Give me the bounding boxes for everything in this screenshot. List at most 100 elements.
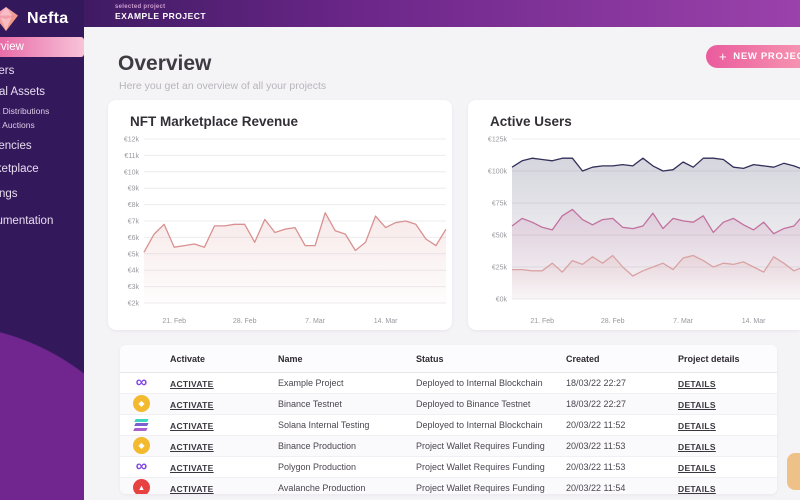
table-header: Activate Name Status Created Project det… [120,345,777,373]
plus-icon: + [719,48,728,64]
svg-text:€75k: €75k [492,201,508,208]
svg-text:€6k: €6k [128,235,140,242]
table-column-header: Activate [170,354,206,364]
details-link[interactable]: DETAILS [678,379,716,389]
sidebar-item-digital-assets[interactable]: Digital Assets [0,83,84,101]
revenue-chart-card: NFT Marketplace Revenue €12k €11k €10k €9k €… [108,100,452,330]
svg-text:€7k: €7k [128,219,140,226]
sidebar-item-documentation[interactable]: Documentation [0,212,84,230]
table-body: ∞ ACTIVATE Example Project Deployed to I… [120,373,777,494]
page-subtitle: Here you get an overview of all your pro… [119,79,327,92]
sidebar-item-label: Marketplace [0,163,39,175]
binance-icon: ◆ [133,437,150,454]
table-column-header: Name [278,354,303,364]
page-title: Overview [118,52,212,76]
binance-icon: ◆ [133,395,150,412]
activate-link[interactable]: ACTIVATE [170,379,214,389]
sidebar-nav: Overview Players Digital Assets Asset Di… [0,37,84,233]
table-column-header: Project details [678,354,740,364]
nefta-gem-icon [0,7,18,31]
chat-widget-button[interactable] [787,453,800,490]
revenue-chart-title: NFT Marketplace Revenue [130,114,299,129]
svg-text:€50k: €50k [492,233,508,240]
polygon-icon: ∞ [135,373,148,391]
project-name-cell: Binance Production [278,441,357,451]
new-project-button-label: NEW PROJECT [733,51,800,62]
revenue-line-chart: €12k €11k €10k €9k €8k €7k €6k €5k €4k €3k €2k 21. … [124,137,447,325]
created-cell: 18/03/22 22:27 [566,399,627,409]
project-name-cell: Example Project [278,378,344,388]
sidebar-item-marketplace[interactable]: Marketplace [0,160,84,178]
project-name-cell: Binance Testnet [278,399,342,409]
details-link[interactable]: DETAILS [678,400,716,410]
svg-text:€0k: €0k [496,297,508,304]
created-cell: 20/03/22 11:53 [566,462,626,472]
svg-text:21. Feb: 21. Feb [162,318,186,325]
details-link[interactable]: DETAILS [678,463,716,473]
status-cell: Deployed to Internal Blockchain [416,420,543,430]
status-cell: Project Wallet Requires Funding [416,462,545,472]
svg-text:€125k: €125k [488,137,508,144]
sidebar-item-label: Overview [0,41,24,53]
svg-text:€4k: €4k [128,268,140,275]
selected-project-label: selected project [115,4,166,10]
sidebar-item-currencies[interactable]: Currencies [0,137,84,155]
svg-text:€2k: €2k [128,301,140,308]
sidebar-item-asset-distributions[interactable]: Asset Distributions [0,104,84,117]
table-column-header: Status [416,354,444,364]
active-users-chart-card: Active Users €125k €100k €75k €50k €25k €0k 21… [468,100,800,330]
selected-project-name[interactable]: EXAMPLE PROJECT [115,11,206,21]
logo-text: Nefta [27,10,69,27]
status-cell: Project Wallet Requires Funding [416,483,545,493]
activate-link[interactable]: ACTIVATE [170,463,214,473]
svg-text:€25k: €25k [492,265,508,272]
svg-text:€3k: €3k [128,284,140,291]
polygon-icon: ∞ [135,457,148,475]
svg-text:7. Mar: 7. Mar [673,318,694,325]
svg-text:€8k: €8k [128,202,140,209]
avalanche-icon: ▲ [133,479,150,494]
topbar: selected project EXAMPLE PROJECT [84,0,800,27]
details-link[interactable]: DETAILS [678,442,716,452]
created-cell: 20/03/22 11:53 [566,441,626,451]
active-users-chart-title: Active Users [490,114,572,129]
created-cell: 20/03/22 11:54 [566,483,626,493]
svg-text:€9k: €9k [128,186,140,193]
activate-link[interactable]: ACTIVATE [170,421,214,431]
svg-text:7. Mar: 7. Mar [305,318,326,325]
activate-link[interactable]: ACTIVATE [170,484,214,494]
table-row: ∞ ACTIVATE Example Project Deployed to I… [120,373,777,394]
status-cell: Deployed to Internal Blockchain [416,378,543,388]
new-project-button[interactable]: + NEW PROJECT [706,45,800,68]
sidebar-item-label: Settings [0,188,18,200]
svg-text:21. Feb: 21. Feb [530,318,554,325]
table-row: ◆ ACTIVATE Binance Testnet Deployed to B… [120,394,777,415]
svg-text:14. Mar: 14. Mar [742,318,766,325]
activate-link[interactable]: ACTIVATE [170,442,214,452]
details-link[interactable]: DETAILS [678,421,716,431]
activate-link[interactable]: ACTIVATE [170,400,214,410]
created-cell: 20/03/22 11:52 [566,420,626,430]
project-name-cell: Polygon Production [278,462,357,472]
table-row: ACTIVATE Solana Internal Testing Deploye… [120,415,777,436]
sidebar-item-asset-auctions[interactable]: Asset Auctions [0,118,84,131]
sidebar-item-label: Digital Assets [0,86,46,98]
created-cell: 18/03/22 22:27 [566,378,627,388]
svg-text:€12k: €12k [124,137,140,144]
table-row: ▲ ACTIVATE Avalanche Production Project … [120,478,777,494]
sidebar-item-label: Documentation [0,215,54,227]
logo: Nefta [0,4,84,34]
table-column-header: Created [566,354,600,364]
svg-text:€11k: €11k [124,153,139,160]
active-users-line-chart: €125k €100k €75k €50k €25k €0k 21. Feb 28. Feb 7… [488,137,800,325]
svg-text:€10k: €10k [124,169,140,176]
status-cell: Project Wallet Requires Funding [416,441,545,451]
svg-text:€5k: €5k [128,251,140,258]
table-row: ◆ ACTIVATE Binance Production Project Wa… [120,436,777,457]
sidebar-item-players[interactable]: Players [0,62,84,80]
svg-text:14. Mar: 14. Mar [374,318,398,325]
sidebar-item-settings[interactable]: Settings [0,185,84,203]
sidebar-item-overview[interactable]: Overview [0,37,84,57]
details-link[interactable]: DETAILS [678,484,716,494]
sidebar-item-label: Asset Distributions [0,105,50,116]
